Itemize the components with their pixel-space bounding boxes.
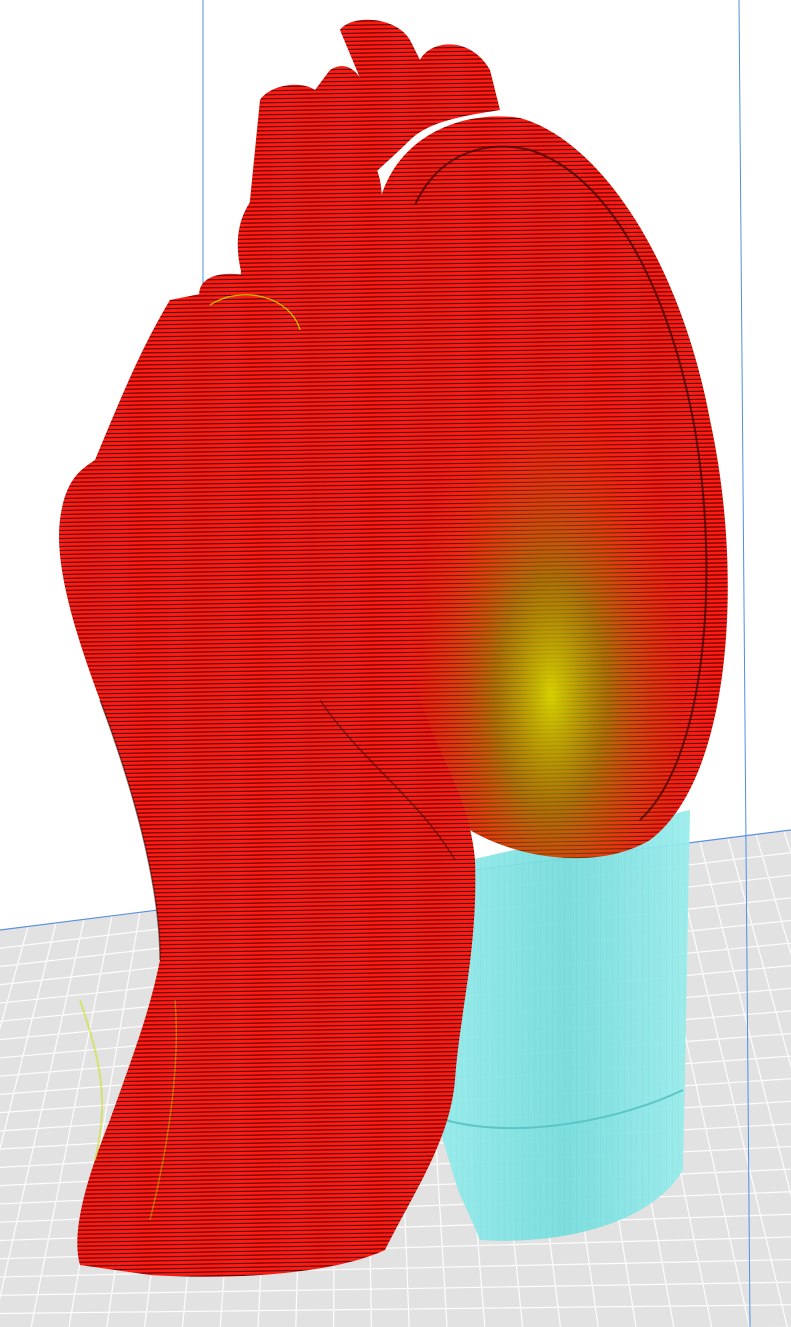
3d-viewport[interactable] — [0, 0, 791, 1327]
slice-preview-scene[interactable] — [0, 0, 791, 1327]
support-structure[interactable] — [440, 810, 690, 1241]
